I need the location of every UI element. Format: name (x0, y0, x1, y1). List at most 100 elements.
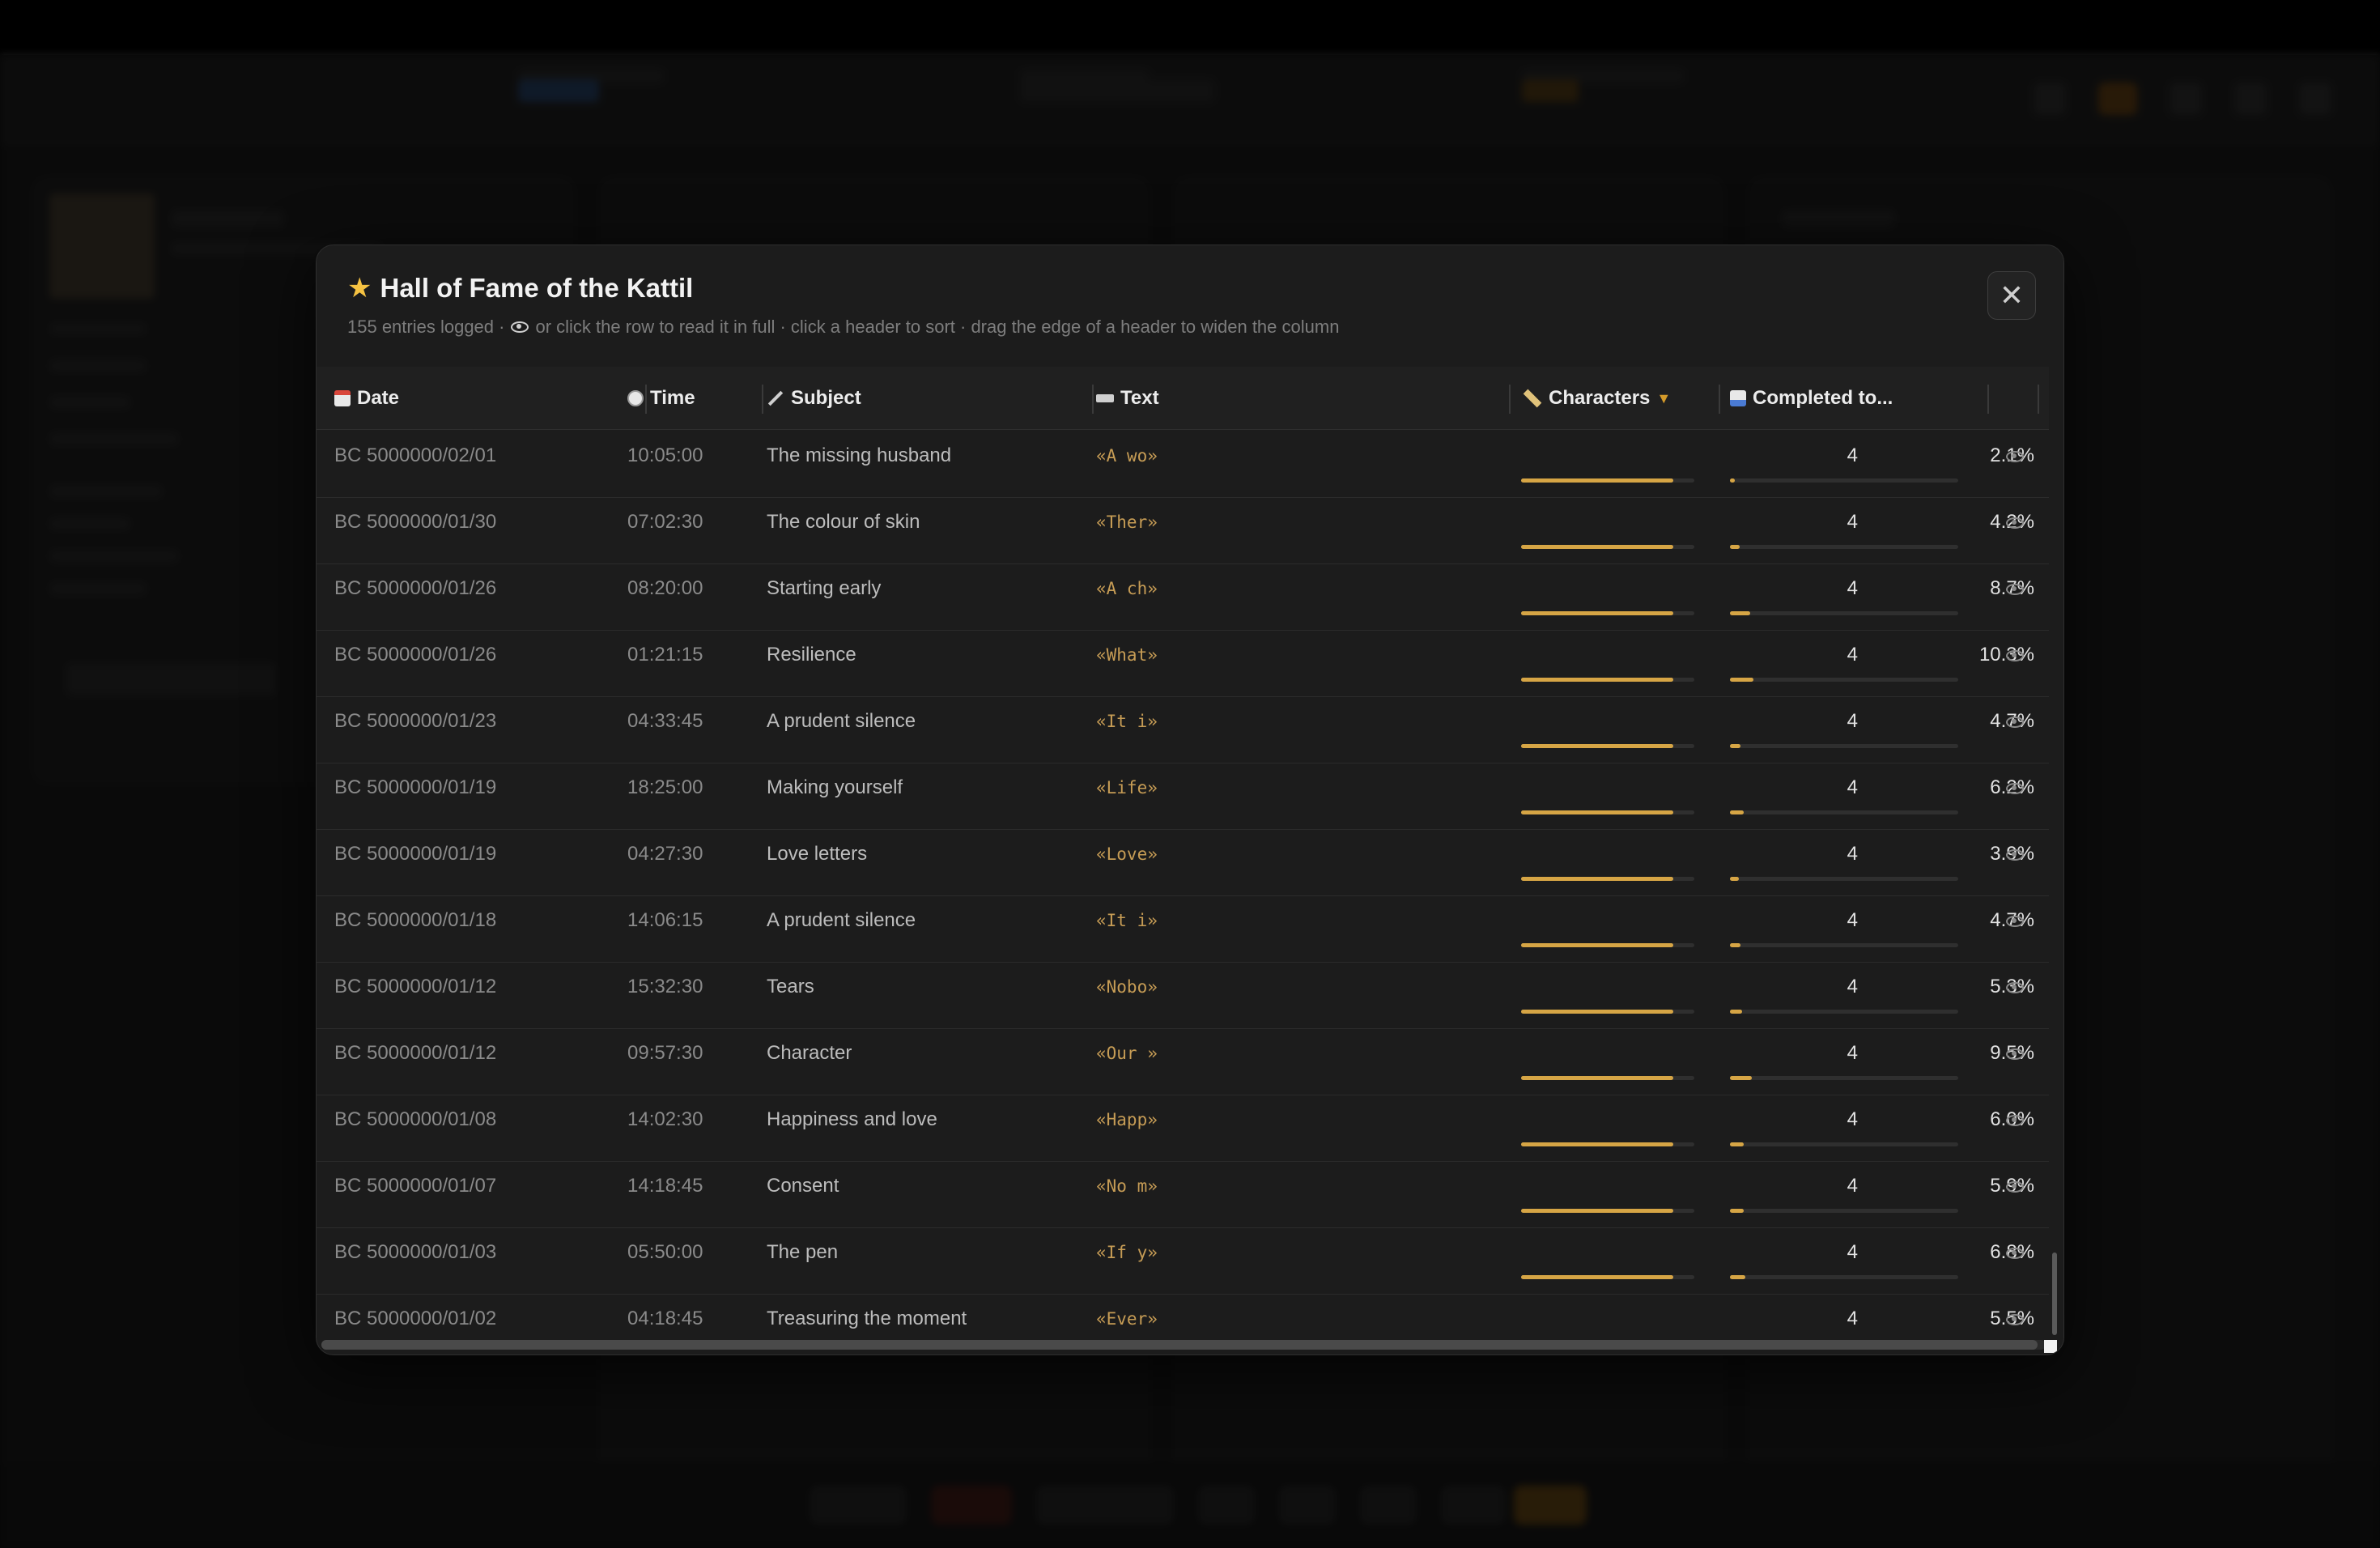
characters-bar-fill (1521, 611, 1674, 615)
cell-text: «Nobo» (1096, 977, 1158, 997)
header-date[interactable]: Date (334, 367, 647, 430)
header-actions (1989, 367, 2039, 430)
cell-time: 14:02:30 (627, 1108, 703, 1130)
table-row[interactable]: BC 5000000/01/19 18:25:00 Making yourself «… (317, 763, 2049, 830)
column-resize-handle[interactable] (762, 385, 763, 414)
cell-characters: 4 (1847, 1308, 1858, 1329)
table-row[interactable]: BC 5000000/01/12 09:57:30 Character «Our » 4… (317, 1029, 2049, 1095)
table-row[interactable]: BC 5000000/01/02 04:18:45 Treasuring the m… (317, 1295, 2049, 1345)
table-row[interactable]: BC 5000000/02/01 10:05:00 The missing husb… (317, 432, 2049, 498)
cell-subject: Consent (767, 1175, 839, 1197)
header-subject[interactable]: Subject (767, 367, 1094, 430)
cell-text: «Our » (1096, 1044, 1158, 1063)
table-row[interactable]: BC 5000000/01/08 14:02:30 Happiness and lo… (317, 1095, 2049, 1162)
table-row[interactable]: BC 5000000/01/26 01:21:15 Resilience «What»… (317, 631, 2049, 697)
header-subject-label: Subject (791, 387, 861, 409)
characters-bar (1521, 810, 1694, 814)
table-row[interactable]: BC 5000000/01/18 14:06:15 A prudent silenc… (317, 896, 2049, 963)
view-eye-icon[interactable] (2006, 1314, 2024, 1325)
table-row[interactable]: BC 5000000/01/12 15:32:30 Tears «Nobo» 4 5.3% (317, 963, 2049, 1029)
view-eye-icon[interactable] (2006, 1248, 2024, 1259)
cell-characters: 4 (1847, 776, 1858, 798)
view-eye-icon[interactable] (2006, 517, 2024, 529)
completed-bar (1730, 1275, 1958, 1279)
ruler-icon (1523, 389, 1542, 408)
completed-bar-fill (1730, 744, 1741, 748)
cell-text: «Life» (1096, 778, 1158, 797)
header-text[interactable]: Text (1096, 367, 1511, 430)
cell-text: «It i» (1096, 712, 1158, 731)
resize-corner[interactable] (2044, 1340, 2057, 1353)
cell-characters: 4 (1847, 843, 1858, 865)
vertical-scrollbar[interactable] (2052, 1252, 2057, 1335)
cell-date: BC 5000000/01/02 (334, 1308, 497, 1329)
table-row[interactable]: BC 5000000/01/30 07:02:30 The colour of sk… (317, 498, 2049, 564)
view-eye-icon[interactable] (2006, 584, 2024, 595)
cell-text: «Ther» (1096, 512, 1158, 532)
cell-time: 05:50:00 (627, 1241, 703, 1263)
cell-time: 08:20:00 (627, 577, 703, 599)
top-strip (0, 0, 2380, 55)
view-eye-icon[interactable] (2006, 717, 2024, 728)
header-time[interactable]: Time (627, 367, 763, 430)
close-button[interactable]: ✕ (1987, 271, 2036, 320)
view-eye-icon[interactable] (2006, 451, 2024, 462)
cell-date: BC 5000000/01/30 (334, 511, 497, 533)
sort-desc-icon: ▼ (1656, 389, 1672, 406)
completed-bar (1730, 943, 1958, 947)
completed-bar-fill (1730, 545, 1740, 549)
view-eye-icon[interactable] (2006, 1115, 2024, 1126)
cell-characters: 4 (1847, 909, 1858, 931)
table-row[interactable]: BC 5000000/01/03 05:50:00 The pen «If y» 4 6.… (317, 1228, 2049, 1295)
cell-characters: 4 (1847, 444, 1858, 466)
table-row[interactable]: BC 5000000/01/23 04:33:45 A prudent silenc… (317, 697, 2049, 763)
subtitle-hint: or click the row to read it in full · cl… (535, 317, 1340, 337)
view-eye-icon[interactable] (2006, 1181, 2024, 1193)
view-eye-icon[interactable] (2006, 849, 2024, 861)
characters-bar-fill (1521, 810, 1674, 814)
completed-bar-fill (1730, 943, 1741, 947)
modal-subtitle: 155 entries logged · or click the row to… (347, 317, 1339, 338)
cell-subject: The missing husband (767, 444, 952, 466)
completed-bar-fill (1730, 611, 1750, 615)
cell-date: BC 5000000/01/19 (334, 776, 497, 798)
cell-subject: Character (767, 1042, 852, 1064)
characters-bar-fill (1521, 1209, 1674, 1213)
table-row[interactable]: BC 5000000/01/19 04:27:30 Love letters «Lov… (317, 830, 2049, 896)
header-completed[interactable]: Completed to... (1730, 367, 1989, 430)
table-row[interactable]: BC 5000000/01/07 14:18:45 Consent «No m» 4 5.… (317, 1162, 2049, 1228)
cell-time: 01:21:15 (627, 644, 703, 666)
column-resize-handle[interactable] (1719, 385, 1720, 414)
table-row[interactable]: BC 5000000/01/26 08:20:00 Starting early «A… (317, 564, 2049, 631)
cell-subject: The colour of skin (767, 511, 920, 533)
cell-time: 10:05:00 (627, 444, 703, 466)
header-characters[interactable]: Characters ▼ (1523, 367, 1720, 430)
horizontal-scrollbar[interactable] (321, 1340, 2038, 1350)
cell-subject: Happiness and love (767, 1108, 937, 1130)
characters-bar (1521, 1010, 1694, 1014)
view-eye-icon[interactable] (2006, 650, 2024, 661)
cell-characters: 4 (1847, 1241, 1858, 1263)
view-eye-icon[interactable] (2006, 916, 2024, 927)
column-resize-handle[interactable] (1509, 385, 1511, 414)
clock-icon (627, 390, 644, 406)
cell-text: «If y» (1096, 1243, 1158, 1262)
cell-time: 14:18:45 (627, 1175, 703, 1197)
characters-bar (1521, 1209, 1694, 1213)
completed-bar-fill (1730, 1275, 1746, 1279)
characters-bar-fill (1521, 877, 1674, 881)
view-eye-icon[interactable] (2006, 982, 2024, 993)
completed-bar-fill (1730, 1076, 1752, 1080)
column-resize-handle[interactable] (2038, 385, 2039, 414)
cell-characters: 4 (1847, 1175, 1858, 1197)
cell-time: 09:57:30 (627, 1042, 703, 1064)
characters-bar-fill (1521, 1010, 1674, 1014)
completed-bar (1730, 478, 1958, 483)
header-text-label: Text (1120, 387, 1159, 409)
view-eye-icon[interactable] (2006, 783, 2024, 794)
header-completed-label: Completed to... (1753, 387, 1893, 409)
modal-title-text: Hall of Fame of the Kattil (380, 273, 694, 303)
view-eye-icon[interactable] (2006, 1048, 2024, 1060)
cell-date: BC 5000000/01/23 (334, 710, 497, 732)
column-resize-handle[interactable] (1092, 385, 1094, 414)
